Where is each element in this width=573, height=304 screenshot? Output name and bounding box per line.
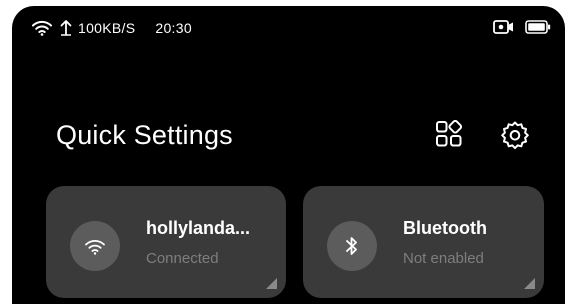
expand-corner-icon xyxy=(524,278,535,289)
battery-icon xyxy=(525,20,551,34)
video-record-icon xyxy=(493,19,515,35)
upload-arrow-icon xyxy=(60,19,72,36)
settings-gear-icon[interactable] xyxy=(500,120,530,150)
status-bar: 100KB/S 20:30 xyxy=(12,6,565,46)
bluetooth-status: Not enabled xyxy=(403,250,484,267)
page-title: Quick Settings xyxy=(56,120,233,150)
wifi-icon xyxy=(70,221,120,271)
wifi-icon xyxy=(32,20,52,36)
device-screen: 100KB/S 20:30 Quick Settings hollylanda.… xyxy=(12,6,565,304)
wifi-status: Connected xyxy=(146,250,219,267)
network-speed: 100KB/S xyxy=(78,19,136,36)
apps-grid-icon[interactable] xyxy=(435,120,463,148)
clock-time: 20:30 xyxy=(155,19,192,36)
bluetooth-tile[interactable]: Bluetooth Not enabled xyxy=(303,186,544,298)
bluetooth-label: Bluetooth xyxy=(403,218,487,238)
wifi-tile[interactable]: hollylanda... Connected xyxy=(46,186,286,298)
bluetooth-icon xyxy=(327,221,377,271)
status-left: 100KB/S 20:30 xyxy=(32,19,192,36)
expand-corner-icon xyxy=(266,278,277,289)
wifi-network-name: hollylanda... xyxy=(146,218,251,238)
status-right xyxy=(493,19,551,35)
